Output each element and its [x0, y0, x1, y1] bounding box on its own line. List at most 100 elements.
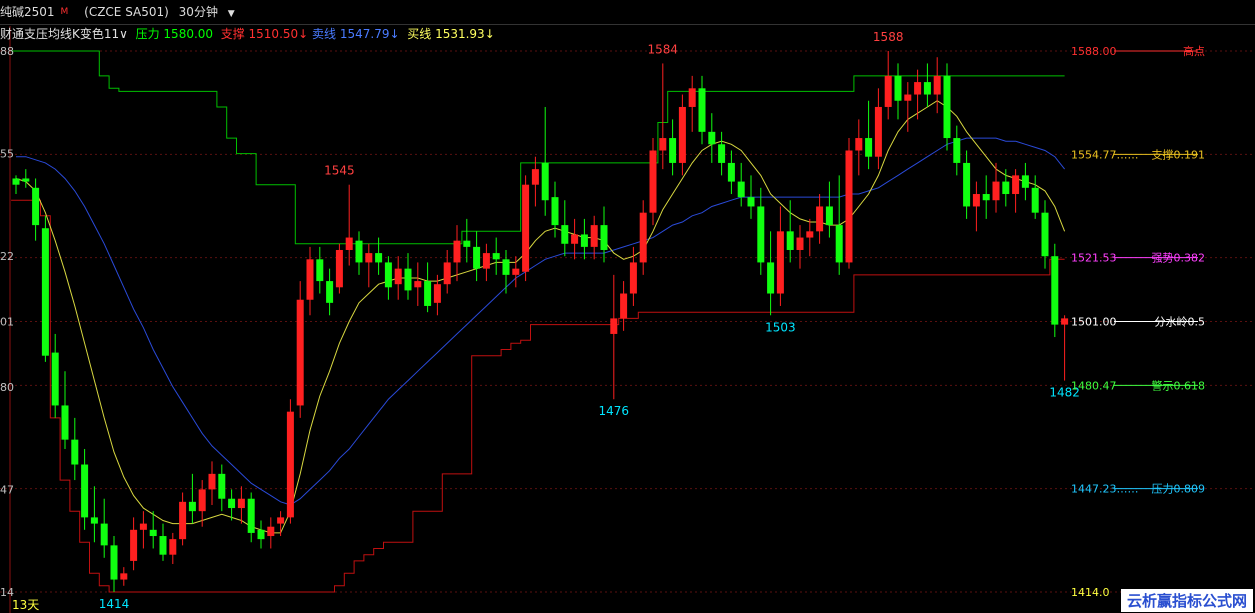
candle-up — [296, 299, 304, 406]
candle-up — [277, 517, 285, 524]
candle-down — [41, 228, 49, 356]
candle-down — [502, 259, 510, 275]
candle-down — [81, 464, 89, 518]
support-label: 支撑 — [220, 27, 245, 41]
candle-up — [571, 234, 579, 244]
level-value: 1554.77…… — [1071, 148, 1139, 161]
candle-up — [776, 231, 784, 294]
level-value: 1588.00 — [1071, 45, 1117, 58]
support-value: 1510.50 — [248, 27, 299, 41]
candle-up — [914, 82, 922, 95]
candle-down — [963, 162, 971, 207]
candle-up — [237, 498, 245, 509]
watermark: 云析赢指标公式网 — [1120, 589, 1253, 612]
candle-down — [835, 225, 843, 263]
candle-down — [375, 253, 383, 263]
candle-down — [894, 75, 902, 101]
symbol-name[interactable]: 纯碱2501 M — [0, 5, 74, 19]
buy-line — [15, 100, 1066, 534]
candle-down — [257, 529, 265, 540]
y-tick-label: 01 — [0, 316, 14, 329]
candle-down — [825, 206, 833, 226]
level-name: 分水岭0.5 — [1155, 315, 1206, 329]
candle-down — [561, 225, 569, 244]
support-line — [11, 199, 1065, 593]
candle-up — [678, 106, 686, 163]
candle-down — [463, 240, 471, 247]
candle-up — [845, 150, 853, 263]
candle-up — [365, 253, 373, 263]
level-name: 警示0.618 — [1152, 378, 1206, 392]
candle-up — [629, 262, 637, 294]
candle-down — [473, 246, 481, 269]
candle-up — [453, 240, 461, 263]
candle-down — [727, 162, 735, 182]
candle-down — [747, 197, 755, 207]
candle-up — [639, 212, 647, 263]
candle-down — [218, 473, 226, 499]
candle-down — [943, 75, 951, 139]
indicator-name[interactable]: 财通支压均线K变色11 — [0, 27, 119, 41]
candle-down — [600, 225, 608, 250]
candle-up — [816, 206, 824, 232]
candle-down — [22, 178, 30, 182]
candle-up — [139, 523, 147, 530]
candle-down — [1041, 212, 1049, 257]
y-tick-label: 88 — [0, 45, 14, 58]
candle-up — [972, 194, 980, 207]
candle-down — [865, 138, 873, 157]
buy-line-label: 买线 — [407, 27, 432, 41]
resistance-value: 1580.00 — [163, 27, 214, 41]
candle-down — [953, 138, 961, 163]
candle-down — [32, 187, 40, 226]
candle-down — [316, 259, 324, 282]
candle-up — [933, 75, 941, 95]
candle-down — [188, 501, 196, 512]
candle-up — [884, 75, 892, 107]
candle-down — [708, 131, 716, 145]
sell-down-arrow-icon: ↓ — [389, 27, 400, 41]
chart-title-bar: 纯碱2501 M (CZCE SA501) 30分钟 ▼ — [0, 0, 1255, 25]
candle-down — [786, 231, 794, 250]
candle-down — [923, 82, 931, 95]
candle-down — [541, 162, 549, 201]
candle-up — [806, 231, 814, 238]
candle-down — [1031, 187, 1039, 213]
candle-up — [855, 138, 863, 151]
level-name: 高点 — [1183, 44, 1205, 58]
candle-up — [433, 284, 441, 303]
indicator-legend: 财通支压均线K变色11∨ 压力 1580.00 支撑 1510.50↓ 卖线 1… — [0, 26, 495, 42]
candle-up — [992, 181, 1000, 201]
extreme-label: 1476 — [599, 404, 630, 418]
candle-down — [1002, 181, 1010, 195]
candle-up — [335, 249, 343, 288]
candle-down — [326, 281, 334, 303]
candle-down — [51, 352, 59, 406]
candle-down — [424, 281, 432, 306]
candle-up — [345, 237, 353, 250]
candle-up — [659, 138, 667, 151]
candle-down — [90, 517, 98, 524]
extreme-label: 1414 — [99, 597, 130, 611]
candle-down — [61, 405, 69, 440]
candle-down — [718, 144, 726, 163]
chevron-down-icon: ▼ — [227, 9, 235, 19]
candle-down — [767, 262, 775, 294]
days-label: 13天 — [12, 598, 40, 612]
main-contract-marker: M — [60, 7, 69, 17]
level-name: 支撑0.191 — [1152, 147, 1206, 161]
candle-up — [208, 473, 216, 490]
candlestick-chart[interactable]: 1545158415881414147615031482 1588.00 高点15… — [0, 0, 1255, 613]
candle-up — [120, 573, 128, 580]
candle-up — [904, 94, 912, 101]
period-selector[interactable]: 30分钟 ▼ — [179, 5, 241, 19]
candle-down — [355, 240, 363, 263]
indicator-menu-icon[interactable]: ∨ — [119, 27, 128, 41]
candle-up — [443, 262, 451, 285]
candle-down — [698, 88, 706, 132]
candle-down — [404, 268, 412, 291]
buy-line-value: 1531.93 — [435, 27, 485, 41]
candle-down — [159, 536, 167, 555]
candle-up — [649, 150, 657, 213]
candle-up — [874, 106, 882, 157]
